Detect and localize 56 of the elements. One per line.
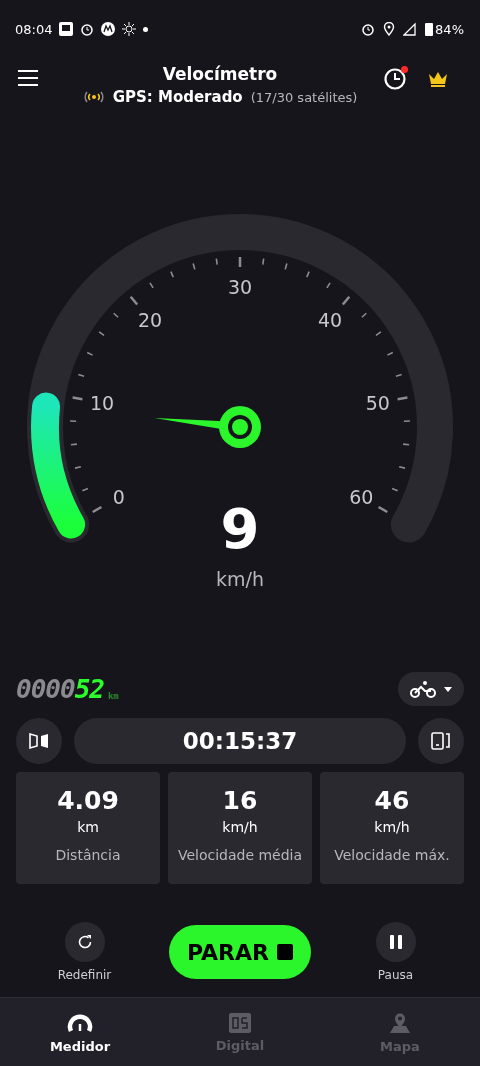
stat-value: 16 <box>222 786 258 815</box>
odometer-unit: km <box>107 691 119 701</box>
mirror-button[interactable] <box>16 718 62 764</box>
odometer-digits: 0000 <box>16 674 75 704</box>
stop-icon <box>277 944 293 960</box>
phone-rotate-icon <box>431 731 451 751</box>
scale-label: 0 <box>112 486 125 508</box>
stat-value: 4.09 <box>57 786 119 815</box>
app-title: Velocímetro <box>162 64 278 84</box>
gps-status: GPS: Moderado <box>112 88 243 106</box>
scale-label: 40 <box>317 308 343 331</box>
scale-label: 10 <box>90 391 115 414</box>
stat-value: 46 <box>374 786 410 815</box>
pause-icon <box>389 935 402 949</box>
stat-unit: km/h <box>374 819 410 835</box>
gps-signal-icon <box>82 90 105 104</box>
rotate-screen-button[interactable] <box>418 718 464 764</box>
mirror-icon <box>29 732 49 750</box>
scale-label: 60 <box>349 486 374 508</box>
signal-icon <box>403 22 418 36</box>
location-icon <box>383 22 396 36</box>
digital-display-icon <box>228 1011 252 1034</box>
alarm-icon <box>80 22 95 36</box>
app-notification-icon <box>59 22 74 36</box>
scale-label: 50 <box>365 391 390 414</box>
bicycle-icon <box>410 680 436 698</box>
status-time: 08:04 <box>15 21 53 37</box>
alarm-icon <box>361 22 376 36</box>
circle-logo-icon <box>101 22 116 36</box>
reset-label: Redefinir <box>57 968 112 982</box>
nav-tab[interactable]: Medidor <box>0 998 160 1066</box>
dot-icon <box>143 26 149 32</box>
stop-button[interactable]: PARAR <box>169 925 311 979</box>
stat-label: Velocidade média <box>177 847 303 863</box>
scale-label: 20 <box>137 308 163 331</box>
stat-label: Distância <box>55 847 121 863</box>
speed-unit: km/h <box>216 568 264 590</box>
battery-percent: 84% <box>435 21 464 37</box>
reset-button[interactable] <box>64 922 105 962</box>
speed-value: 9 <box>220 496 260 561</box>
satellite-count: (17/30 satélites) <box>250 89 358 105</box>
pause-button[interactable] <box>375 922 416 962</box>
caret-icon <box>444 686 452 692</box>
history-icon[interactable] <box>384 68 406 90</box>
pause-label: Pausa <box>377 968 414 982</box>
refresh-icon <box>76 934 93 950</box>
scale-label: 30 <box>227 276 253 298</box>
vehicle-selector[interactable] <box>398 672 464 706</box>
elapsed-time: 00:15:37 <box>74 718 406 764</box>
stat-unit: km/h <box>222 819 258 835</box>
sparkle-icon <box>122 22 137 36</box>
crown-icon[interactable] <box>428 71 448 87</box>
stat-label: Velocidade máx. <box>334 847 450 863</box>
battery-icon <box>425 22 434 36</box>
odometer-value: 52 <box>74 674 104 704</box>
stat-unit: km <box>77 819 99 835</box>
